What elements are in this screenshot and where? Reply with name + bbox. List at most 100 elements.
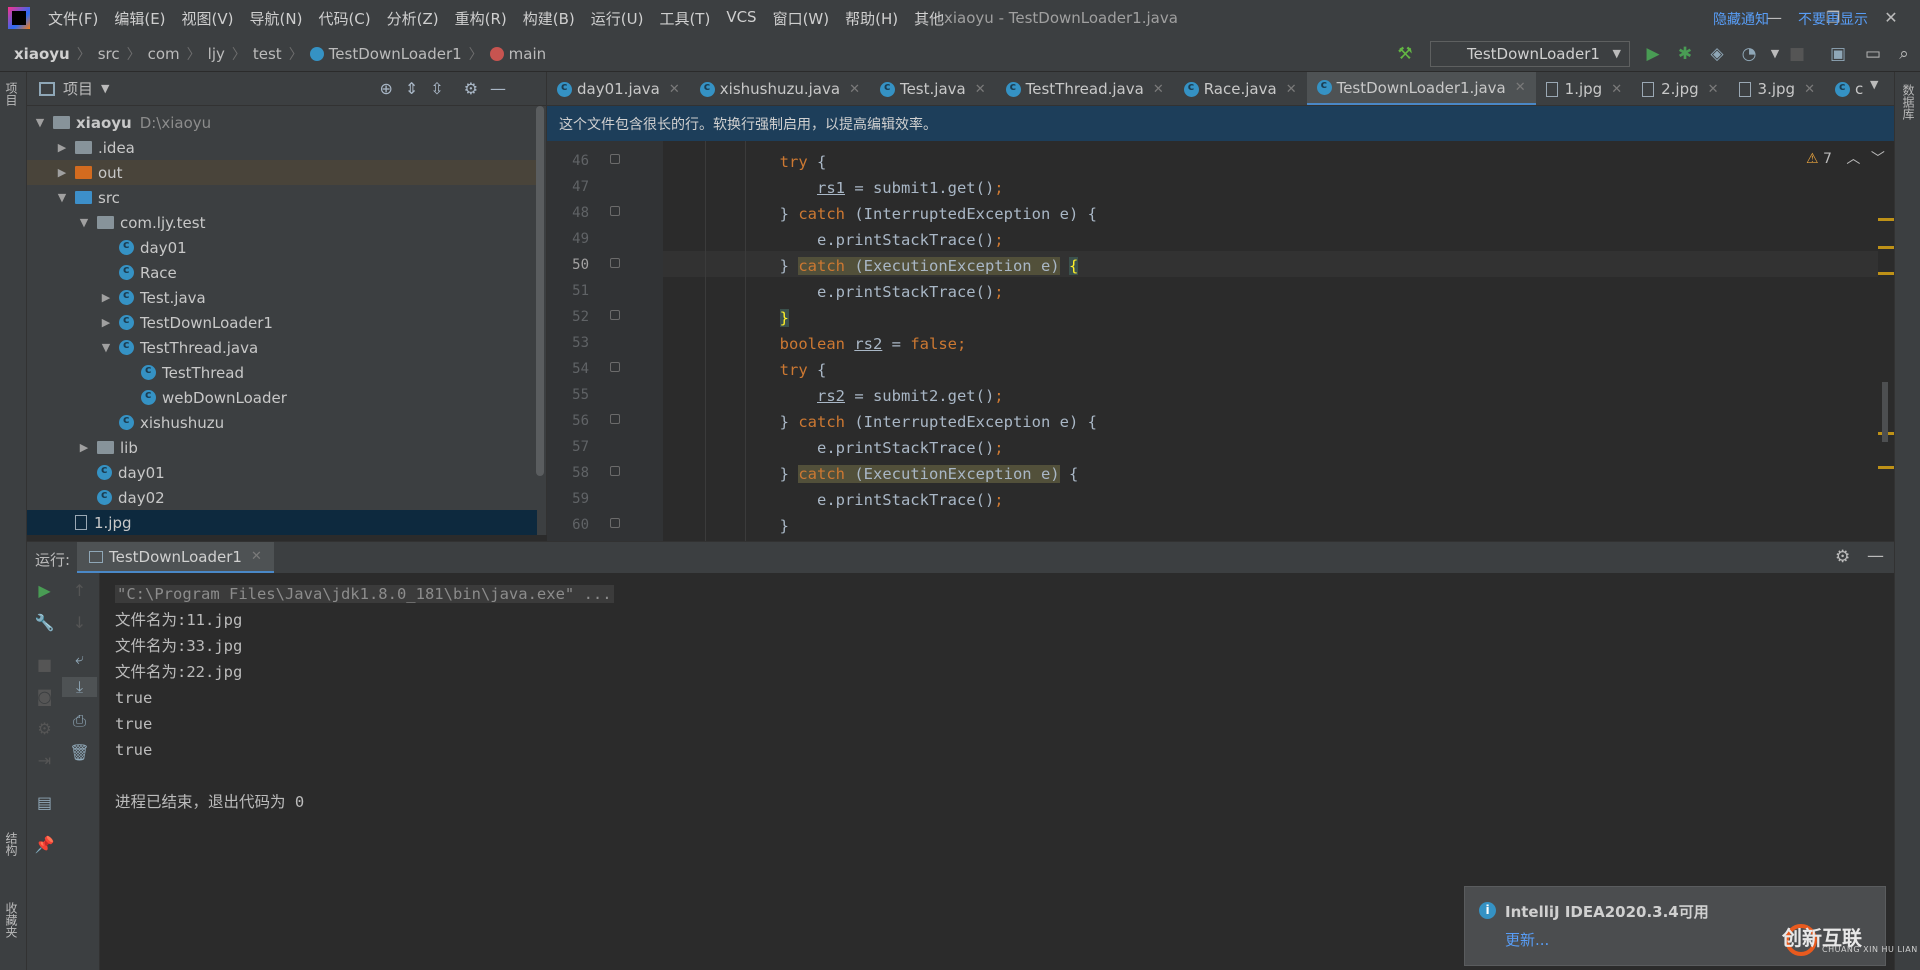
breadcrumb-test[interactable]: test (253, 45, 282, 63)
close-tab-icon[interactable]: ✕ (1286, 82, 1297, 97)
close-tab-icon[interactable]: ✕ (975, 82, 986, 97)
search-icon[interactable]: ⌕ (1893, 43, 1915, 65)
hide-notice-link[interactable]: 隐藏通知 (1713, 9, 1769, 29)
menu-item[interactable]: VCS (718, 8, 764, 29)
stop-icon[interactable]: ■ (27, 655, 62, 674)
menu-item[interactable]: 分析(Z) (379, 8, 447, 29)
close-tab-icon[interactable]: ✕ (849, 82, 860, 97)
chevron-down-icon[interactable]: ▼ (77, 216, 91, 229)
tree-item[interactable]: ▼ src (27, 185, 537, 210)
menu-item[interactable]: 视图(V) (174, 8, 242, 29)
arrow-down-icon[interactable]: ↓ (62, 613, 97, 632)
breadcrumb-method[interactable]: main (509, 45, 546, 63)
chevron-down-icon[interactable]: ﹀ (1871, 151, 1885, 167)
warning-stripe-mark[interactable] (1878, 466, 1894, 469)
settings-icon[interactable]: ⚙ (27, 719, 62, 738)
wrench-icon[interactable]: 🔧 (27, 613, 62, 632)
chevron-down-icon[interactable]: ▼ (1870, 78, 1878, 91)
code-editor[interactable]: try { rs1 = submit1.get(); } catch (Inte… (663, 141, 1878, 541)
chevron-right-icon[interactable]: ▶ (55, 166, 69, 179)
close-tab-icon[interactable]: ✕ (1515, 80, 1526, 95)
menu-item[interactable]: 重构(R) (447, 8, 515, 29)
expand-all-icon[interactable]: ⇕ (405, 79, 418, 98)
project-tool-tab[interactable]: 项目 (3, 82, 20, 106)
chevron-down-icon[interactable]: ▼ (55, 191, 69, 204)
tree-item[interactable]: ▶ .idea (27, 135, 537, 160)
close-tab-icon[interactable]: ✕ (251, 549, 262, 564)
camera-icon[interactable]: ◙ (27, 687, 62, 706)
run-config-dropdown[interactable]: TestDownLoader1 ▼ (1430, 41, 1630, 67)
tree-item[interactable]: ▼ xiaoyu D:\xiaoyu (27, 110, 537, 135)
menu-item[interactable]: 帮助(H) (837, 8, 906, 29)
locate-icon[interactable]: ⊕ (379, 79, 392, 98)
hide-icon[interactable]: — (1867, 546, 1884, 566)
menu-item[interactable]: 编辑(E) (106, 8, 173, 29)
warning-stripe-mark[interactable] (1878, 272, 1894, 275)
gear-icon[interactable]: ⚙ (464, 79, 478, 98)
editor-tab[interactable]: 2.jpg ✕ (1632, 72, 1728, 105)
menu-item[interactable]: 窗口(W) (765, 8, 838, 29)
tree-item[interactable]: webDownLoader (27, 385, 537, 410)
warning-stripe-mark[interactable] (1878, 218, 1894, 221)
tree-item[interactable]: xishushuzu (27, 410, 537, 435)
favorites-tool-tab[interactable]: 收藏夹 (3, 902, 20, 938)
soft-wrap-icon[interactable]: ⤶ (62, 649, 97, 669)
breadcrumb-src[interactable]: src (98, 45, 120, 63)
close-tab-icon[interactable]: ✕ (1804, 82, 1815, 97)
hide-icon[interactable]: — (490, 79, 506, 98)
fold-marker-icon[interactable] (610, 466, 620, 476)
tree-item[interactable]: ▼ com.ljy.test (27, 210, 537, 235)
tree-item[interactable]: ▼ TestThread.java (27, 335, 537, 360)
tree-item[interactable]: ▶ out (27, 160, 537, 185)
build-hammer-icon[interactable]: ⚒ (1394, 43, 1416, 65)
menu-item[interactable]: 构建(B) (515, 8, 583, 29)
close-button[interactable]: ✕ (1879, 6, 1903, 30)
editor-scrollbar[interactable] (1882, 382, 1888, 442)
fold-marker-icon[interactable] (610, 206, 620, 216)
coverage-icon[interactable]: ◈ (1706, 43, 1728, 65)
close-tab-icon[interactable]: ✕ (1153, 82, 1164, 97)
trash-icon[interactable]: 🗑 (62, 743, 97, 762)
debug-icon[interactable]: ✱ (1674, 43, 1696, 65)
warning-stripe-mark[interactable] (1878, 246, 1894, 249)
chevron-right-icon[interactable]: ▶ (77, 441, 91, 454)
structure-tool-tab[interactable]: 结构 (3, 832, 20, 856)
console-command[interactable]: "C:\Program Files\Java\jdk1.8.0_181\bin\… (115, 585, 614, 603)
chevron-down-icon[interactable]: ▼ (101, 82, 109, 95)
window-layout-icon[interactable]: ▭ (1862, 43, 1884, 65)
collapse-all-icon[interactable]: ⇳ (430, 79, 443, 98)
project-structure-icon[interactable]: ▣ (1827, 43, 1849, 65)
fold-marker-icon[interactable] (610, 518, 620, 528)
menu-item[interactable]: 导航(N) (242, 8, 311, 29)
chevron-down-icon[interactable]: ▼ (99, 341, 113, 354)
exit-icon[interactable]: ⇥ (27, 751, 62, 770)
tree-item[interactable]: TestThread (27, 360, 537, 385)
tree-item[interactable]: ▶ lib (27, 435, 537, 460)
print-icon[interactable]: ⎙ (62, 711, 97, 731)
editor-tab[interactable]: day01.java ✕ (547, 72, 690, 105)
editor-tab[interactable]: Test.java ✕ (870, 72, 996, 105)
run-tab[interactable]: TestDownLoader1 ✕ (77, 542, 274, 574)
tree-item[interactable]: day01 (27, 460, 537, 485)
tree-item[interactable]: Race (27, 260, 537, 285)
error-stripe[interactable] (1878, 141, 1894, 541)
menu-item[interactable]: 运行(U) (583, 8, 652, 29)
rerun-icon[interactable]: ▶ (27, 581, 62, 600)
project-panel-title[interactable]: 项目 (63, 78, 93, 99)
editor-tab[interactable]: TestDownLoader1.java ✕ (1306, 72, 1536, 105)
fold-marker-icon[interactable] (610, 310, 620, 320)
chevron-down-icon[interactable]: ▼ (1764, 43, 1786, 65)
arrow-up-icon[interactable]: ↑ (62, 581, 97, 600)
fold-marker-icon[interactable] (610, 258, 620, 268)
pin-icon[interactable]: 📌 (27, 835, 62, 854)
menu-item[interactable]: 工具(T) (651, 8, 718, 29)
update-link[interactable]: 更新... (1505, 929, 1549, 950)
run-icon[interactable]: ▶ (1642, 43, 1664, 65)
database-tool-tab[interactable]: 数据库 (1900, 84, 1917, 120)
editor-tab[interactable]: Race.java ✕ (1174, 72, 1307, 105)
tree-item[interactable]: ▶ Test.java (27, 285, 537, 310)
gear-icon[interactable]: ⚙ (1835, 547, 1850, 567)
scroll-to-end-icon[interactable]: ⤓ (62, 677, 97, 697)
editor-tab[interactable]: 1.jpg ✕ (1536, 72, 1632, 105)
breadcrumb-project[interactable]: xiaoyu (14, 45, 70, 63)
